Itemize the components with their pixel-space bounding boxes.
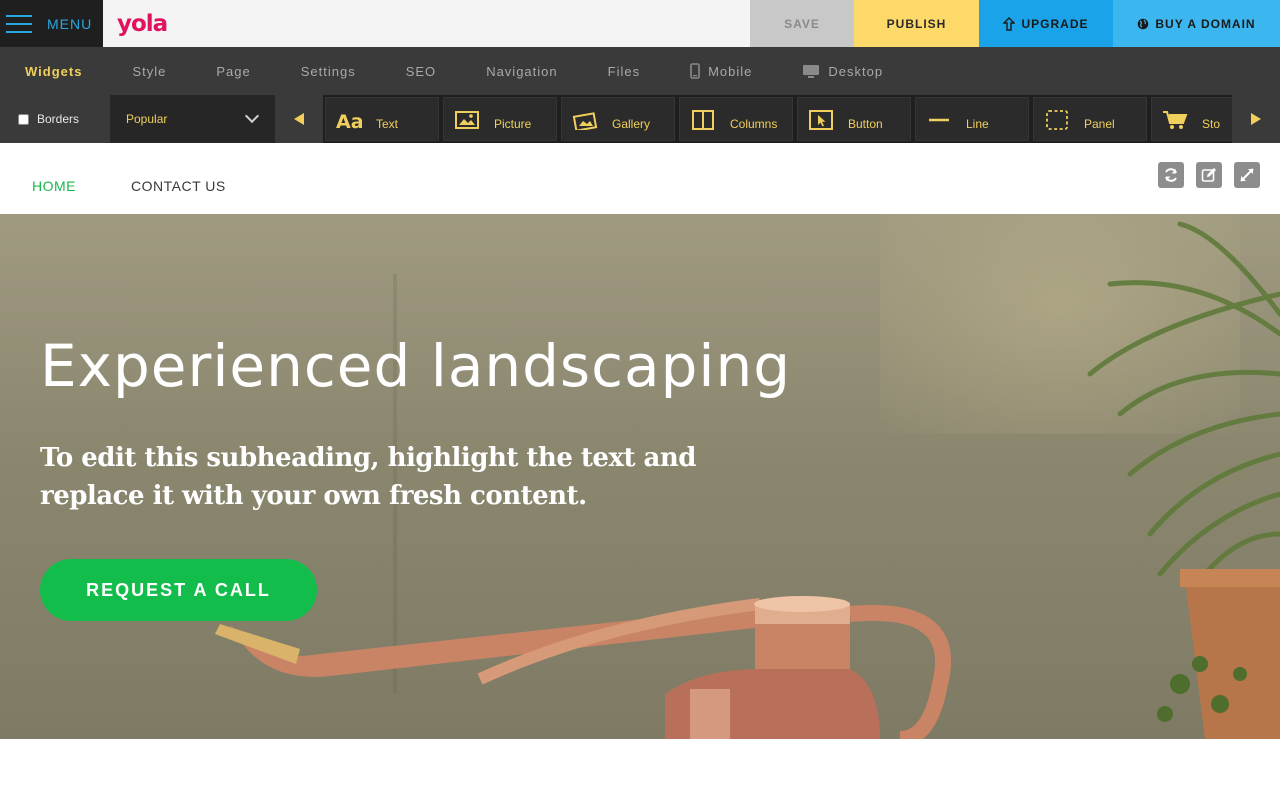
menu-button[interactable]: MENU [0, 0, 103, 47]
plant-leaves [1087, 221, 1280, 617]
tab-label: Mobile [708, 63, 753, 79]
expand-button[interactable] [1234, 162, 1260, 188]
widget-list: Aa Text Picture Gallery Columns Button L… [323, 95, 1232, 143]
widget-bar: Borders Popular Aa Text Picture Gallery … [0, 95, 1280, 143]
tab-page[interactable]: Page [191, 47, 275, 95]
editor-tabs: Widgets Style Page Settings SEO Navigati… [0, 47, 1280, 95]
edit-icon [1201, 168, 1216, 182]
save-label: SAVE [784, 16, 820, 31]
request-call-button[interactable]: REQUEST A CALL [40, 559, 317, 621]
borders-label: Borders [37, 112, 80, 126]
site-nav: HOME CONTACT US [0, 143, 1280, 214]
block-edit-tools [1158, 162, 1260, 188]
triangle-right-icon [1251, 113, 1261, 125]
widget-category-select[interactable]: Popular [110, 95, 275, 143]
triangle-left-icon [294, 113, 304, 125]
widget-gallery[interactable]: Gallery [561, 97, 675, 141]
tab-label: SEO [405, 63, 437, 79]
top-actions: SAVE PUBLISH UPGRADE BUY A DOMAIN [750, 0, 1280, 47]
tab-label: Style [132, 63, 167, 79]
buy-domain-button[interactable]: BUY A DOMAIN [1113, 0, 1280, 47]
cart-icon [1162, 109, 1188, 131]
watering-can [215, 596, 952, 739]
hero-title[interactable]: Experienced landscaping [40, 332, 791, 400]
hero-subtitle[interactable]: To edit this subheading, highlight the t… [40, 439, 760, 515]
expand-icon [1240, 168, 1254, 182]
yola-logo[interactable]: yola [117, 0, 168, 47]
picture-icon [454, 109, 480, 131]
borders-toggle[interactable]: Borders [0, 95, 110, 143]
pot-rim [1180, 569, 1280, 587]
page-below-hero [0, 739, 1280, 800]
tab-mobile[interactable]: Mobile [665, 47, 777, 95]
nav-link-home[interactable]: HOME [32, 178, 76, 194]
panel-icon [1044, 109, 1070, 131]
tab-style[interactable]: Style [107, 47, 191, 95]
scroll-right-button[interactable] [1232, 95, 1280, 143]
hero-section[interactable]: Experienced landscaping To edit this sub… [0, 214, 1280, 739]
tab-desktop[interactable]: Desktop [777, 47, 908, 95]
text-icon: Aa [336, 109, 362, 131]
hamburger-icon [6, 14, 32, 33]
mobile-icon [690, 63, 700, 79]
publish-label: PUBLISH [886, 16, 947, 31]
upgrade-label: UPGRADE [1021, 16, 1089, 31]
publish-button[interactable]: PUBLISH [854, 0, 979, 47]
upgrade-arrow-icon [1003, 16, 1016, 31]
refresh-icon [1165, 168, 1177, 182]
upgrade-button[interactable]: UPGRADE [979, 0, 1113, 47]
widget-label: Text [376, 117, 399, 131]
tab-label: Widgets [25, 63, 83, 79]
cta-label: REQUEST A CALL [86, 579, 271, 600]
widget-store[interactable]: Sto [1151, 97, 1232, 141]
refresh-button[interactable] [1158, 162, 1184, 188]
tab-label: Page [216, 63, 251, 79]
globe-icon [1138, 18, 1149, 29]
borders-checkbox[interactable] [18, 113, 29, 125]
buy-domain-label: BUY A DOMAIN [1155, 16, 1256, 31]
edit-button[interactable] [1196, 162, 1222, 188]
widget-label: Sto [1202, 117, 1221, 131]
tab-seo[interactable]: SEO [381, 47, 461, 95]
widget-label: Panel [1084, 117, 1115, 131]
widget-label: Picture [494, 117, 532, 131]
widget-category-value: Popular [126, 112, 168, 126]
widget-label: Gallery [612, 117, 651, 131]
menu-label: MENU [47, 15, 93, 32]
widget-button[interactable]: Button [797, 97, 911, 141]
chevron-down-icon [244, 108, 260, 124]
nav-link-contact-us[interactable]: CONTACT US [131, 178, 226, 194]
widget-text[interactable]: Aa Text [325, 97, 439, 141]
widget-columns[interactable]: Columns [679, 97, 793, 141]
tab-label: Settings [300, 63, 356, 79]
button-icon [808, 109, 834, 131]
tab-navigation[interactable]: Navigation [461, 47, 582, 95]
widget-line[interactable]: Line [915, 97, 1029, 141]
gallery-icon [572, 109, 598, 131]
tab-label: Navigation [486, 63, 558, 79]
widget-label: Button [848, 117, 883, 131]
widget-label: Columns [730, 117, 778, 131]
widget-picture[interactable]: Picture [443, 97, 557, 141]
tab-label: Files [607, 63, 641, 79]
tab-widgets[interactable]: Widgets [0, 47, 107, 95]
widget-panel[interactable]: Panel [1033, 97, 1147, 141]
tab-settings[interactable]: Settings [276, 47, 381, 95]
tab-label: Desktop [828, 63, 884, 79]
save-button[interactable]: SAVE [750, 0, 854, 47]
scroll-left-button[interactable] [275, 95, 323, 143]
columns-icon [690, 109, 716, 131]
line-icon [926, 109, 952, 131]
widget-label: Line [966, 117, 989, 131]
svg-text:Aa: Aa [336, 111, 362, 130]
top-bar: MENU yola SAVE PUBLISH UPGRADE BUY A DOM… [0, 0, 1280, 47]
desktop-icon [803, 64, 820, 78]
tab-files[interactable]: Files [583, 47, 665, 95]
